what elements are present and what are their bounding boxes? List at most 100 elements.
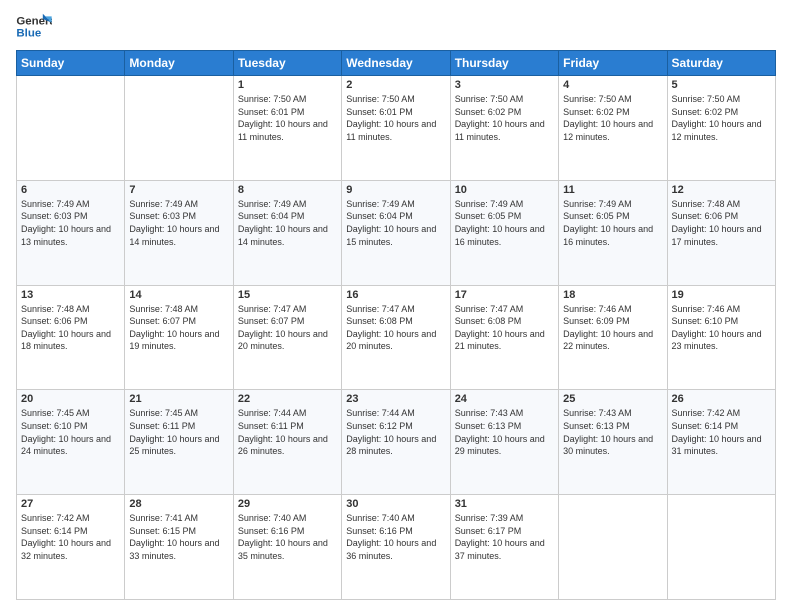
calendar-day-cell (559, 495, 667, 600)
day-number: 17 (455, 289, 554, 301)
day-info: Sunrise: 7:45 AM Sunset: 6:11 PM Dayligh… (129, 407, 228, 457)
calendar-day-cell: 26 Sunrise: 7:42 AM Sunset: 6:14 PM Dayli… (667, 390, 775, 495)
header: General Blue (16, 12, 776, 42)
day-info: Sunrise: 7:44 AM Sunset: 6:12 PM Dayligh… (346, 407, 445, 457)
calendar-day-cell: 10 Sunrise: 7:49 AM Sunset: 6:05 PM Dayli… (450, 180, 558, 285)
day-info: Sunrise: 7:42 AM Sunset: 6:14 PM Dayligh… (672, 407, 771, 457)
calendar-day-cell: 2 Sunrise: 7:50 AM Sunset: 6:01 PM Daylig… (342, 76, 450, 181)
day-info: Sunrise: 7:50 AM Sunset: 6:01 PM Dayligh… (238, 93, 337, 143)
calendar-week-row: 6 Sunrise: 7:49 AM Sunset: 6:03 PM Daylig… (17, 180, 776, 285)
calendar-day-cell: 31 Sunrise: 7:39 AM Sunset: 6:17 PM Dayli… (450, 495, 558, 600)
day-info: Sunrise: 7:49 AM Sunset: 6:05 PM Dayligh… (563, 198, 662, 248)
day-number: 19 (672, 289, 771, 301)
day-number: 11 (563, 184, 662, 196)
day-info: Sunrise: 7:48 AM Sunset: 6:07 PM Dayligh… (129, 303, 228, 353)
weekday-header: Sunday (17, 51, 125, 76)
calendar-day-cell: 12 Sunrise: 7:48 AM Sunset: 6:06 PM Dayli… (667, 180, 775, 285)
day-info: Sunrise: 7:47 AM Sunset: 6:08 PM Dayligh… (455, 303, 554, 353)
calendar-day-cell: 14 Sunrise: 7:48 AM Sunset: 6:07 PM Dayli… (125, 285, 233, 390)
calendar-day-cell: 24 Sunrise: 7:43 AM Sunset: 6:13 PM Dayli… (450, 390, 558, 495)
calendar-week-row: 13Sunrise: 7:48 AM Sunset: 6:06 PM Dayli… (17, 285, 776, 390)
calendar-day-cell (125, 76, 233, 181)
day-info: Sunrise: 7:49 AM Sunset: 6:04 PM Dayligh… (346, 198, 445, 248)
weekday-header: Tuesday (233, 51, 341, 76)
calendar-day-cell: 7 Sunrise: 7:49 AM Sunset: 6:03 PM Daylig… (125, 180, 233, 285)
day-info: Sunrise: 7:43 AM Sunset: 6:13 PM Dayligh… (455, 407, 554, 457)
calendar-day-cell: 30Sunrise: 7:40 AM Sunset: 6:16 PM Dayli… (342, 495, 450, 600)
day-info: Sunrise: 7:47 AM Sunset: 6:07 PM Dayligh… (238, 303, 337, 353)
calendar-day-cell: 1 Sunrise: 7:50 AM Sunset: 6:01 PM Daylig… (233, 76, 341, 181)
calendar-day-cell: 6 Sunrise: 7:49 AM Sunset: 6:03 PM Daylig… (17, 180, 125, 285)
day-number: 27 (21, 498, 120, 510)
day-info: Sunrise: 7:46 AM Sunset: 6:10 PM Dayligh… (672, 303, 771, 353)
calendar-week-row: 27Sunrise: 7:42 AM Sunset: 6:14 PM Dayli… (17, 495, 776, 600)
calendar-day-cell: 19 Sunrise: 7:46 AM Sunset: 6:10 PM Dayli… (667, 285, 775, 390)
day-info: Sunrise: 7:50 AM Sunset: 6:02 PM Dayligh… (672, 93, 771, 143)
day-info: Sunrise: 7:49 AM Sunset: 6:03 PM Dayligh… (129, 198, 228, 248)
calendar-day-cell: 28Sunrise: 7:41 AM Sunset: 6:15 PM Dayli… (125, 495, 233, 600)
calendar-day-cell: 22 Sunrise: 7:44 AM Sunset: 6:11 PM Dayli… (233, 390, 341, 495)
day-number: 12 (672, 184, 771, 196)
day-number: 31 (455, 498, 554, 510)
day-number: 6 (21, 184, 120, 196)
logo-icon: General Blue (16, 12, 52, 42)
day-info: Sunrise: 7:50 AM Sunset: 6:02 PM Dayligh… (455, 93, 554, 143)
day-number: 15 (238, 289, 337, 301)
calendar-day-cell: 20Sunrise: 7:45 AM Sunset: 6:10 PM Dayli… (17, 390, 125, 495)
day-number: 3 (455, 79, 554, 91)
calendar-day-cell: 27Sunrise: 7:42 AM Sunset: 6:14 PM Dayli… (17, 495, 125, 600)
weekday-header: Friday (559, 51, 667, 76)
day-number: 21 (129, 393, 228, 405)
calendar-body: 1 Sunrise: 7:50 AM Sunset: 6:01 PM Daylig… (17, 76, 776, 600)
day-info: Sunrise: 7:46 AM Sunset: 6:09 PM Dayligh… (563, 303, 662, 353)
calendar-day-cell: 21 Sunrise: 7:45 AM Sunset: 6:11 PM Dayli… (125, 390, 233, 495)
svg-text:Blue: Blue (16, 28, 41, 40)
calendar-day-cell (667, 495, 775, 600)
day-number: 28 (129, 498, 228, 510)
day-number: 18 (563, 289, 662, 301)
day-number: 22 (238, 393, 337, 405)
weekday-header: Saturday (667, 51, 775, 76)
calendar-week-row: 1 Sunrise: 7:50 AM Sunset: 6:01 PM Daylig… (17, 76, 776, 181)
calendar-day-cell: 5 Sunrise: 7:50 AM Sunset: 6:02 PM Daylig… (667, 76, 775, 181)
day-number: 5 (672, 79, 771, 91)
day-info: Sunrise: 7:49 AM Sunset: 6:05 PM Dayligh… (455, 198, 554, 248)
day-info: Sunrise: 7:44 AM Sunset: 6:11 PM Dayligh… (238, 407, 337, 457)
day-number: 9 (346, 184, 445, 196)
day-number: 2 (346, 79, 445, 91)
page: General Blue SundayMondayTuesdayWednesda… (0, 0, 792, 612)
calendar-day-cell: 25 Sunrise: 7:43 AM Sunset: 6:13 PM Dayli… (559, 390, 667, 495)
day-info: Sunrise: 7:49 AM Sunset: 6:04 PM Dayligh… (238, 198, 337, 248)
calendar-day-cell: 23 Sunrise: 7:44 AM Sunset: 6:12 PM Dayli… (342, 390, 450, 495)
day-info: Sunrise: 7:50 AM Sunset: 6:02 PM Dayligh… (563, 93, 662, 143)
day-number: 25 (563, 393, 662, 405)
day-info: Sunrise: 7:40 AM Sunset: 6:16 PM Dayligh… (346, 512, 445, 562)
calendar-day-cell: 11 Sunrise: 7:49 AM Sunset: 6:05 PM Dayli… (559, 180, 667, 285)
day-number: 23 (346, 393, 445, 405)
day-number: 7 (129, 184, 228, 196)
calendar-header-row: SundayMondayTuesdayWednesdayThursdayFrid… (17, 51, 776, 76)
day-number: 20 (21, 393, 120, 405)
day-number: 24 (455, 393, 554, 405)
calendar-day-cell: 18 Sunrise: 7:46 AM Sunset: 6:09 PM Dayli… (559, 285, 667, 390)
day-number: 29 (238, 498, 337, 510)
day-info: Sunrise: 7:50 AM Sunset: 6:01 PM Dayligh… (346, 93, 445, 143)
day-info: Sunrise: 7:43 AM Sunset: 6:13 PM Dayligh… (563, 407, 662, 457)
day-number: 14 (129, 289, 228, 301)
day-number: 4 (563, 79, 662, 91)
day-info: Sunrise: 7:48 AM Sunset: 6:06 PM Dayligh… (672, 198, 771, 248)
day-number: 10 (455, 184, 554, 196)
calendar-day-cell: 3 Sunrise: 7:50 AM Sunset: 6:02 PM Daylig… (450, 76, 558, 181)
day-info: Sunrise: 7:39 AM Sunset: 6:17 PM Dayligh… (455, 512, 554, 562)
day-info: Sunrise: 7:49 AM Sunset: 6:03 PM Dayligh… (21, 198, 120, 248)
day-info: Sunrise: 7:40 AM Sunset: 6:16 PM Dayligh… (238, 512, 337, 562)
calendar-day-cell: 17 Sunrise: 7:47 AM Sunset: 6:08 PM Dayli… (450, 285, 558, 390)
calendar-day-cell: 8Sunrise: 7:49 AM Sunset: 6:04 PM Daylig… (233, 180, 341, 285)
weekday-header: Thursday (450, 51, 558, 76)
logo: General Blue (16, 12, 52, 42)
day-number: 1 (238, 79, 337, 91)
weekday-header: Monday (125, 51, 233, 76)
calendar-day-cell: 29 Sunrise: 7:40 AM Sunset: 6:16 PM Dayli… (233, 495, 341, 600)
day-number: 26 (672, 393, 771, 405)
weekday-header: Wednesday (342, 51, 450, 76)
